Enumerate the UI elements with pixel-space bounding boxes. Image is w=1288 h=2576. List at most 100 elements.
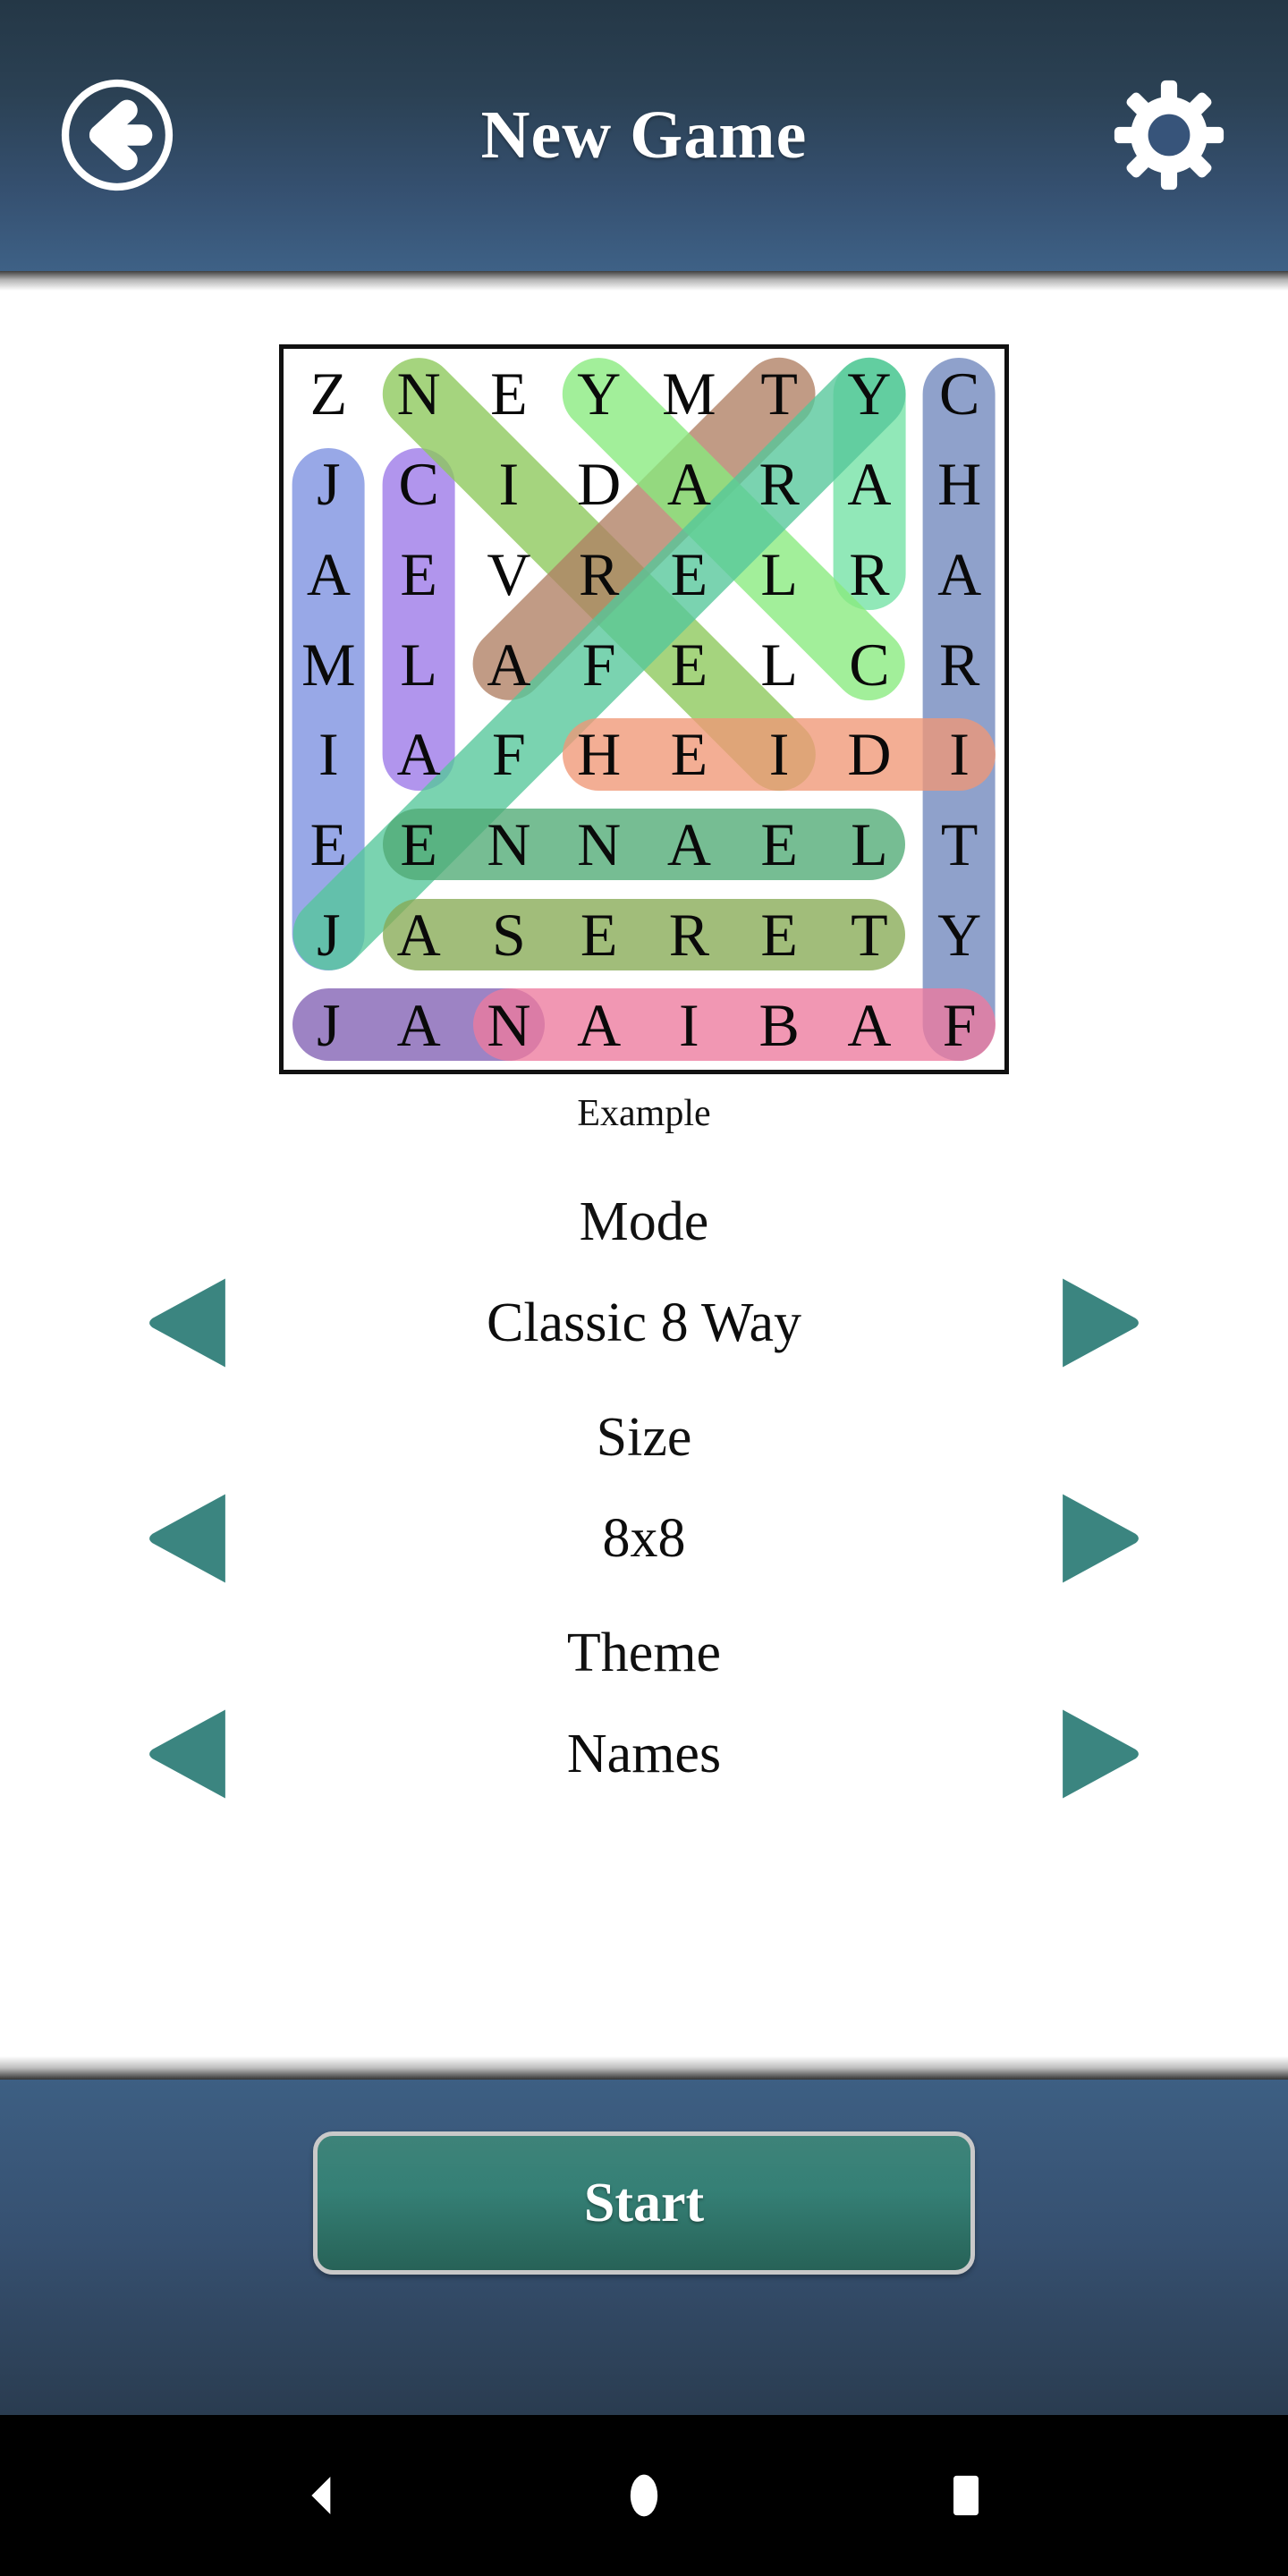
- back-button[interactable]: [55, 73, 179, 197]
- grid-cell: J: [317, 450, 341, 519]
- prev-mode-button[interactable]: [143, 1274, 238, 1372]
- grid-cell: F: [491, 720, 526, 789]
- grid-cell: H: [577, 720, 622, 789]
- nav-recents-button[interactable]: [917, 2446, 1015, 2545]
- grid-cell: A: [306, 539, 351, 608]
- grid-cell: D: [577, 450, 622, 519]
- nav-recents-square-icon: [953, 2475, 979, 2516]
- grid-cell: Z: [309, 360, 348, 428]
- grid-cell: I: [949, 720, 970, 789]
- example-word-search-board: ZNEYMTYCJCIDARAHAEVRELRAMLAFELCRIAFHEIDI…: [277, 343, 1009, 1074]
- next-theme-button[interactable]: [1050, 1705, 1145, 1803]
- grid-cell: E: [760, 810, 798, 879]
- grid-cell: T: [940, 810, 979, 879]
- grid-cell: E: [670, 720, 708, 789]
- grid-cell: C: [398, 450, 439, 519]
- grid-cell: R: [578, 539, 620, 608]
- grid-cell: Y: [577, 360, 622, 428]
- grid-cell: L: [760, 539, 798, 608]
- grid-cell: A: [937, 539, 982, 608]
- grid-cell: V: [487, 539, 531, 608]
- triangle-left-icon: [149, 1494, 225, 1583]
- grid-cell: M: [301, 630, 356, 699]
- settings-button[interactable]: [1106, 72, 1233, 199]
- grid-cell: A: [396, 990, 441, 1059]
- grid-cell: Y: [847, 360, 892, 428]
- grid-cell: C: [938, 360, 980, 428]
- grid-cell: R: [758, 450, 800, 519]
- nav-home-circle-icon: [630, 2474, 658, 2517]
- grid-cell: I: [498, 450, 520, 519]
- grid-cell: E: [670, 630, 708, 699]
- nav-back-triangle-icon: [311, 2477, 331, 2514]
- option-group-mode: Mode Classic 8 Way: [0, 1191, 1288, 1372]
- start-button[interactable]: Start: [313, 2131, 975, 2275]
- triangle-left-icon: [149, 1709, 225, 1799]
- grid-cell: L: [400, 630, 437, 699]
- grid-cell: E: [490, 360, 528, 428]
- option-title-theme: Theme: [566, 1623, 722, 1683]
- option-row-size: 8x8: [0, 1489, 1288, 1588]
- back-arrow-circle-icon: [61, 79, 174, 191]
- grid-cell: R: [938, 630, 980, 699]
- grid-cell: H: [937, 450, 982, 519]
- grid-cell: R: [849, 539, 890, 608]
- grid-cell: E: [760, 900, 798, 969]
- new-game-screen: New Game Z N E Y M T Y C J C I D A R A H…: [0, 0, 1288, 2576]
- next-size-button[interactable]: [1050, 1489, 1145, 1588]
- triangle-left-icon: [149, 1278, 225, 1368]
- option-group-theme: Theme Names: [0, 1622, 1288, 1803]
- option-title-mode: Mode: [579, 1191, 709, 1252]
- grid-cell: A: [666, 450, 711, 519]
- triangle-right-icon: [1063, 1709, 1139, 1799]
- grid-cell: N: [396, 360, 441, 428]
- options-list: Mode Classic 8 Way Size 8x8 Theme Names: [0, 1191, 1288, 1837]
- grid-cell: R: [668, 900, 710, 969]
- grid-cell: A: [666, 810, 711, 879]
- grid-cell: B: [758, 990, 800, 1059]
- grid-cell: I: [679, 990, 699, 1059]
- option-row-theme: Names: [0, 1705, 1288, 1803]
- option-row-mode: Classic 8 Way: [0, 1274, 1288, 1372]
- option-value-theme: Names: [566, 1723, 722, 1784]
- grid-cell: S: [491, 900, 526, 969]
- footer-bar: Start: [0, 2056, 1288, 2415]
- grid-cell: M: [662, 360, 716, 428]
- grid-cell: E: [670, 539, 708, 608]
- option-value-mode: Classic 8 Way: [486, 1292, 802, 1353]
- letter-grid: ZNEYMTYCJCIDARAHAEVRELRAMLAFELCRIAFHEIDI…: [284, 349, 1004, 1070]
- grid-cell: F: [581, 630, 616, 699]
- page-title: New Game: [480, 97, 808, 173]
- puzzle-preview: ZNEYMTYCJCIDARAHAEVRELRAMLAFELCRIAFHEIDI…: [277, 343, 1009, 1135]
- grid-cell: A: [577, 990, 622, 1059]
- grid-cell: F: [942, 990, 977, 1059]
- grid-cell: N: [577, 810, 622, 879]
- grid-cell: A: [396, 900, 441, 969]
- grid-cell: D: [847, 720, 892, 789]
- grid-cell: N: [487, 990, 531, 1059]
- nav-back-button[interactable]: [273, 2446, 371, 2545]
- prev-theme-button[interactable]: [143, 1705, 238, 1803]
- prev-size-button[interactable]: [143, 1489, 238, 1588]
- grid-cell: A: [396, 720, 441, 789]
- next-mode-button[interactable]: [1050, 1274, 1145, 1372]
- grid-cell: N: [487, 810, 531, 879]
- grid-cell: J: [317, 990, 341, 1059]
- nav-home-button[interactable]: [595, 2446, 693, 2545]
- grid-cell: E: [309, 810, 348, 879]
- grid-cell: Y: [937, 900, 982, 969]
- triangle-right-icon: [1063, 1278, 1139, 1368]
- gear-icon: [1114, 80, 1224, 191]
- grid-cell: A: [847, 990, 892, 1059]
- grid-cell: E: [400, 539, 437, 608]
- main-content: ZNEYMTYCJCIDARAHAEVRELRAMLAFELCRIAFHEIDI…: [0, 271, 1288, 2080]
- grid-cell: I: [318, 720, 339, 789]
- grid-cell: T: [851, 900, 888, 969]
- option-value-size: 8x8: [602, 1507, 686, 1569]
- option-title-size: Size: [596, 1407, 692, 1468]
- android-navigation-bar: [0, 2415, 1288, 2576]
- grid-cell: C: [849, 630, 890, 699]
- grid-cell: I: [768, 720, 790, 789]
- triangle-right-icon: [1063, 1494, 1139, 1583]
- grid-cell: A: [487, 630, 531, 699]
